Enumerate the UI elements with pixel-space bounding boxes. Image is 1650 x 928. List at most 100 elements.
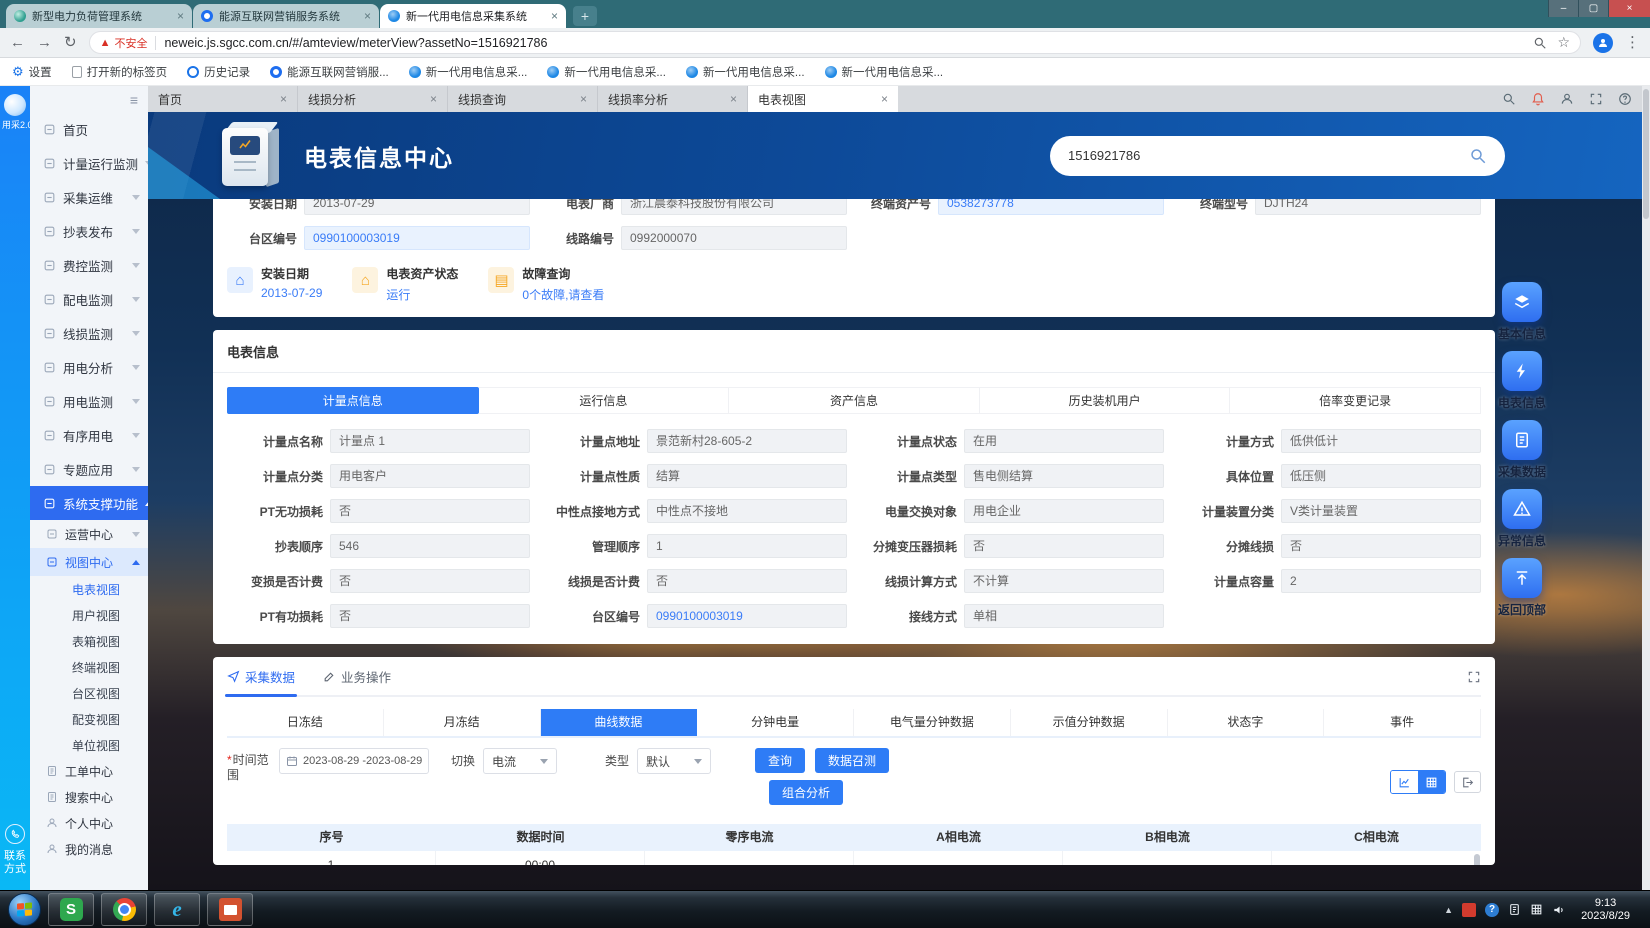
bookmark-new-tab[interactable]: 打开新的标签页 [72,64,168,80]
station-no-link[interactable]: 0990100003019 [647,604,847,628]
security-warning-badge[interactable]: ▲ 不安全 [100,35,148,51]
sidebar-item-meterbox-view[interactable]: 表箱视图 [30,628,148,654]
sidebar-item-meter-view[interactable]: 电表视图 [30,576,148,602]
bookmark-star-icon[interactable]: ☆ [1557,34,1570,51]
taskbar-chrome[interactable] [101,893,147,926]
tab-reading-minute-data[interactable]: 示值分钟数据 [1011,709,1168,736]
tab-asset-info[interactable]: 资产信息 [729,387,980,414]
sidebar-item-user-view[interactable]: 用户视图 [30,602,148,628]
taskbar-powerpoint[interactable] [207,893,253,926]
tab-curve-data[interactable]: 曲线数据 [541,709,698,736]
app-tab-lineloss-analysis[interactable]: 线损分析× [298,86,448,112]
sidebar-item-search-center[interactable]: 搜索中心 [30,784,148,810]
bookmark-marketing[interactable]: 能源互联网营销服... [270,64,389,80]
close-button[interactable]: × [1608,0,1650,17]
minimize-button[interactable]: – [1548,0,1578,17]
bell-icon[interactable] [1531,92,1545,106]
anchor-basic-info[interactable]: 基本信息 [1498,282,1546,342]
tab-business-ops[interactable]: 业务操作 [323,667,391,686]
sidebar-item-station-view[interactable]: 台区视图 [30,680,148,706]
sidebar-item-line-loss-monitor[interactable]: 线损监测 [30,316,148,350]
tray-doc-icon[interactable] [1508,903,1521,916]
sidebar-item-personal-center[interactable]: 个人中心 [30,810,148,836]
tab-metering-point-info[interactable]: 计量点信息 [227,387,479,414]
tab-events[interactable]: 事件 [1324,709,1481,736]
sidebar-item-orderly-power[interactable]: 有序用电 [30,418,148,452]
tab-close-icon[interactable]: × [881,92,888,106]
bookmark-collection-4[interactable]: 新一代用电信息采... [825,64,944,80]
sidebar-item-work-order-center[interactable]: 工单中心 [30,758,148,784]
app-tab-lineloss-rate[interactable]: 线损率分析× [598,86,748,112]
search-icon[interactable] [1533,36,1547,50]
type-select[interactable]: 默认 [637,748,711,774]
back-icon[interactable]: ← [10,35,25,50]
anchor-abnormal-info[interactable]: 异常信息 [1498,489,1546,549]
expand-icon[interactable] [1467,670,1481,684]
tray-grid-icon[interactable] [1530,903,1543,916]
table-view-button[interactable] [1418,771,1445,793]
volume-icon[interactable] [1552,903,1566,917]
sidebar-item-terminal-view[interactable]: 终端视图 [30,654,148,680]
query-button[interactable]: 查询 [755,748,805,773]
start-button[interactable] [8,893,41,926]
sidebar-item-my-messages[interactable]: 我的消息 [30,836,148,862]
reload-icon[interactable]: ↻ [64,35,77,50]
anchor-back-top[interactable]: 返回顶部 [1498,558,1546,618]
sidebar-item-collection-ops[interactable]: 采集运维 [30,180,148,214]
page-scrollbar[interactable] [1642,86,1650,890]
taskbar-clock[interactable]: 9:13 2023/8/29 [1575,897,1636,923]
sidebar-item-system-support[interactable]: 系统支撑功能 [30,486,148,520]
terminal-asset-link[interactable]: 0538273778 [938,199,1164,215]
station-no-link[interactable]: 0990100003019 [304,226,530,250]
search-icon[interactable] [1469,147,1487,165]
switch-select[interactable]: 电流 [483,748,557,774]
taskbar-wps[interactable]: S [48,893,94,926]
sidebar-item-fee-control[interactable]: 费控监测 [30,248,148,282]
app-tab-lineloss-query[interactable]: 线损查询× [448,86,598,112]
sidebar-item-view-center[interactable]: 视图中心 [30,548,148,576]
tab-collect-data[interactable]: 采集数据 [227,667,295,686]
sidebar-item-meter-reading[interactable]: 抄表发布 [30,214,148,248]
tab-ratio-changes[interactable]: 倍率变更记录 [1230,387,1481,414]
fullscreen-icon[interactable] [1589,92,1603,106]
tab-history-users[interactable]: 历史装机用户 [980,387,1231,414]
sidebar-collapse-icon[interactable]: ≡ [130,92,138,108]
tray-app-icon[interactable] [1462,903,1476,917]
browser-tab-collection-system[interactable]: 新一代用电信息采集系统 × [380,4,566,28]
tab-close-icon[interactable]: × [430,92,437,106]
help-icon[interactable] [1618,92,1632,106]
app-tab-home[interactable]: 首页× [148,86,298,112]
maximize-button[interactable]: ▢ [1578,0,1608,17]
sidebar-item-distribution-monitor[interactable]: 配电监测 [30,282,148,316]
tab-close-icon[interactable]: × [730,92,737,106]
export-button[interactable] [1454,771,1481,793]
tab-close-icon[interactable]: × [280,92,287,106]
tab-daily-freeze[interactable]: 日冻结 [227,709,384,736]
data-recall-button[interactable]: 数据召测 [815,748,889,773]
anchor-meter-info[interactable]: 电表信息 [1498,351,1546,411]
sidebar-item-home[interactable]: 首页 [30,112,148,146]
taskbar-ie[interactable]: e [154,893,200,926]
tray-help-icon[interactable]: ? [1485,903,1499,917]
omnibox[interactable]: ▲ 不安全 neweic.js.sgcc.com.cn/#/amteview/m… [89,31,1581,54]
tab-close-icon[interactable]: × [177,9,184,23]
combine-analysis-button[interactable]: 组合分析 [769,780,843,805]
bookmark-settings[interactable]: ⚙设置 [12,64,52,80]
bookmark-collection-1[interactable]: 新一代用电信息采... [409,64,528,80]
bookmark-history[interactable]: 历史记录 [187,64,250,80]
sidebar-item-unit-view[interactable]: 单位视图 [30,732,148,758]
tab-close-icon[interactable]: × [364,9,371,23]
chart-view-button[interactable] [1391,771,1418,793]
forward-icon[interactable]: → [37,35,52,50]
sidebar-item-power-monitor[interactable]: 用电监测 [30,384,148,418]
asset-search-box[interactable] [1050,136,1505,176]
fault-query-card[interactable]: ▤ 故障查询0个故障,请查看 [488,265,604,303]
tab-minute-energy[interactable]: 分钟电量 [697,709,854,736]
sidebar-item-metering-monitor[interactable]: 计量运行监测 [30,146,148,180]
browser-tab-load-mgmt[interactable]: 新型电力负荷管理系统 × [6,4,192,28]
user-icon[interactable] [1560,92,1574,106]
browser-tab-marketing[interactable]: 能源互联网营销服务系统 × [193,4,379,28]
sidebar-item-special-topics[interactable]: 专题应用 [30,452,148,486]
fault-link[interactable]: 0个故障,请查看 [522,286,604,303]
anchor-collect-data[interactable]: 采集数据 [1498,420,1546,480]
